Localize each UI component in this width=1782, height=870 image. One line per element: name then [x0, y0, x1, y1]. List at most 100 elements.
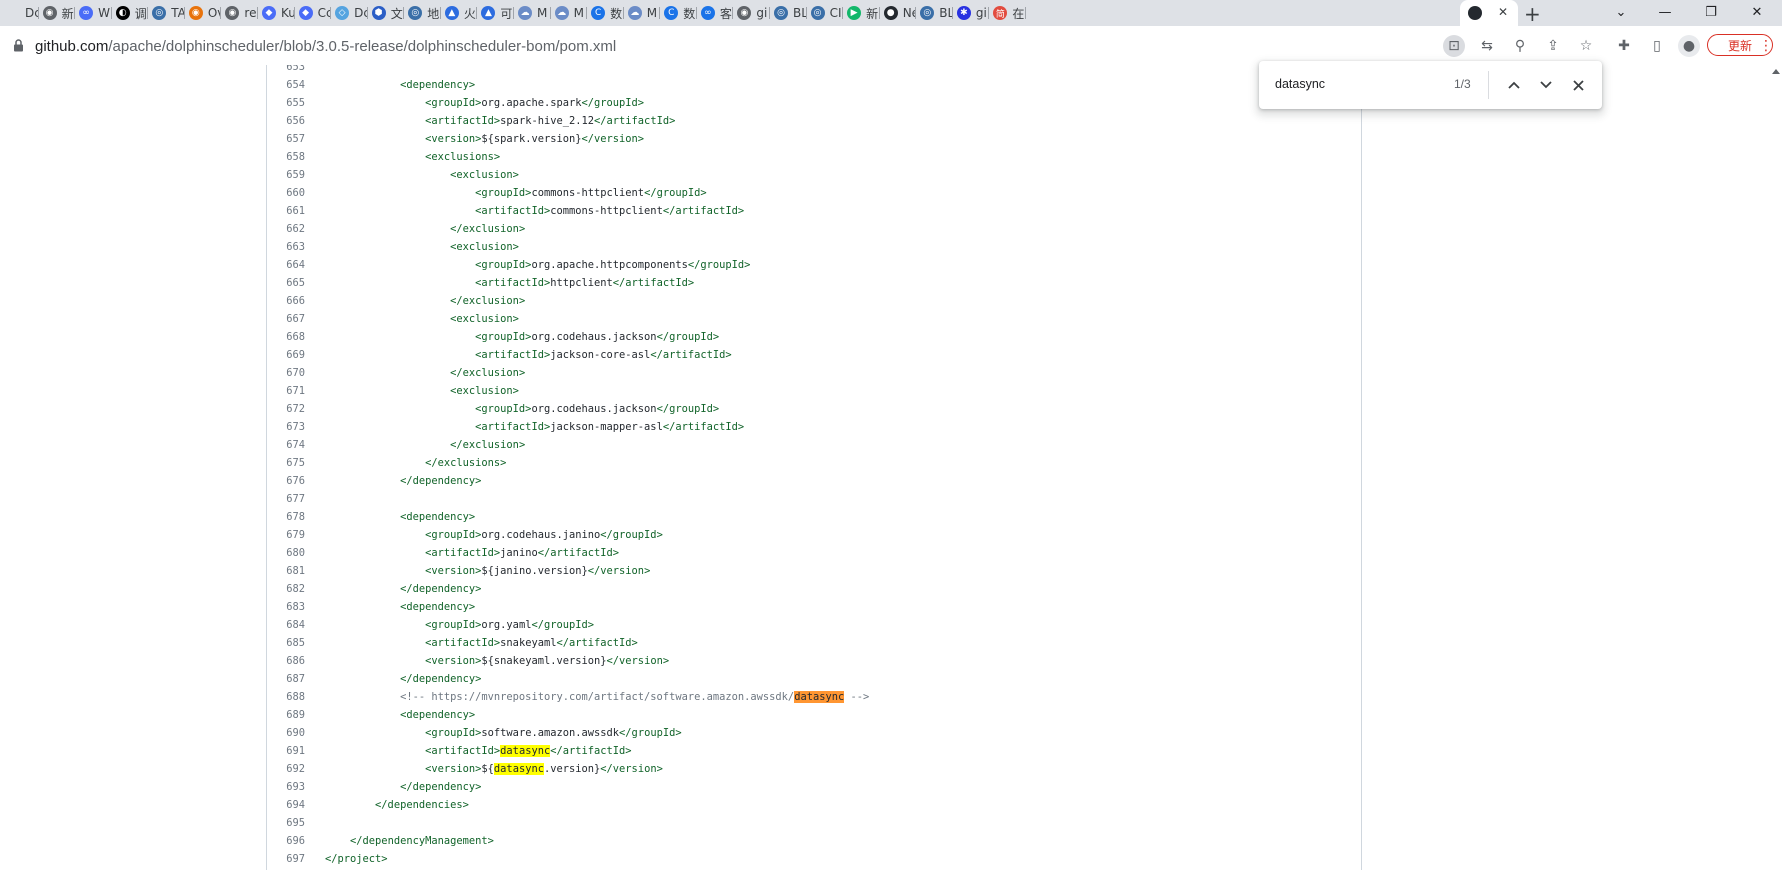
tab-25[interactable]: ◎ BL: [916, 0, 953, 26]
line-number[interactable]: 663: [267, 238, 305, 256]
line-number[interactable]: 653: [267, 65, 305, 76]
line-number[interactable]: 661: [267, 202, 305, 220]
line-number[interactable]: 666: [267, 292, 305, 310]
find-next-button[interactable]: [1535, 74, 1557, 96]
line-number[interactable]: 680: [267, 544, 305, 562]
line-number[interactable]: 689: [267, 706, 305, 724]
tab-18[interactable]: C数: [660, 0, 697, 26]
line-number[interactable]: 691: [267, 742, 305, 760]
tab-7[interactable]: ◆ Ku: [258, 0, 295, 26]
line-number[interactable]: 656: [267, 112, 305, 130]
line-number[interactable]: 697: [267, 850, 305, 868]
tab-2[interactable]: ∞ W: [75, 0, 112, 26]
tab-15[interactable]: ☁ M: [551, 0, 588, 26]
line-number[interactable]: 693: [267, 778, 305, 796]
tab-9[interactable]: ◇ Dc: [331, 0, 368, 26]
line-number[interactable]: 684: [267, 616, 305, 634]
zoom-icon[interactable]: ⚲: [1509, 35, 1531, 57]
line-number[interactable]: 673: [267, 418, 305, 436]
new-tab-button[interactable]: +: [1524, 2, 1541, 26]
find-previous-button[interactable]: [1503, 74, 1525, 96]
line-number[interactable]: 679: [267, 526, 305, 544]
line-number[interactable]: 694: [267, 796, 305, 814]
code-line: 675 </exclusions>: [267, 454, 1361, 472]
line-number[interactable]: 659: [267, 166, 305, 184]
code-text: <groupId>org.apache.spark</groupId>: [425, 97, 645, 109]
line-number[interactable]: 668: [267, 328, 305, 346]
line-number[interactable]: 696: [267, 832, 305, 850]
side-panel-icon[interactable]: ▯: [1646, 35, 1668, 57]
tab-23[interactable]: ▶ 新: [843, 0, 880, 26]
line-number[interactable]: 674: [267, 436, 305, 454]
tab-6[interactable]: ◉ re: [221, 0, 258, 26]
share-icon[interactable]: ⇪: [1542, 35, 1564, 57]
line-number[interactable]: 662: [267, 220, 305, 238]
line-number[interactable]: 695: [267, 814, 305, 832]
line-number[interactable]: 690: [267, 724, 305, 742]
minimize-button[interactable]: —: [1642, 0, 1688, 24]
line-number[interactable]: 692: [267, 760, 305, 778]
line-number[interactable]: 654: [267, 76, 305, 94]
line-number[interactable]: 660: [267, 184, 305, 202]
code-text: <version>${datasync.version}</version>: [425, 763, 663, 775]
menu-kebab-icon[interactable]: ⋮: [1755, 35, 1777, 57]
tab-22[interactable]: ◎ CI: [807, 0, 844, 26]
line-number[interactable]: 658: [267, 148, 305, 166]
url-field[interactable]: github.com/apache/dolphinscheduler/blob/…: [35, 38, 616, 55]
tab-21[interactable]: ◎ BL: [770, 0, 807, 26]
line-number[interactable]: 676: [267, 472, 305, 490]
line-number[interactable]: 688: [267, 688, 305, 706]
bookmark-star-icon[interactable]: ☆: [1575, 35, 1597, 57]
line-number[interactable]: 683: [267, 598, 305, 616]
tab-close-icon[interactable]: ✕: [1498, 5, 1508, 19]
line-number[interactable]: 682: [267, 580, 305, 598]
translate-icon[interactable]: ⇆: [1476, 35, 1498, 57]
tab-13[interactable]: ▲ 可: [477, 0, 514, 26]
line-number[interactable]: 671: [267, 382, 305, 400]
line-number[interactable]: 669: [267, 346, 305, 364]
line-number[interactable]: 687: [267, 670, 305, 688]
line-number[interactable]: 686: [267, 652, 305, 670]
restore-button[interactable]: ❐: [1688, 0, 1734, 24]
tab-19[interactable]: ∞ 客: [697, 0, 734, 26]
find-input[interactable]: datasync: [1275, 77, 1325, 91]
line-number[interactable]: 685: [267, 634, 305, 652]
line-number[interactable]: 677: [267, 490, 305, 508]
scroll-up-arrow-icon[interactable]: [1772, 69, 1780, 74]
tab-0[interactable]: Dc: [2, 0, 39, 26]
line-number[interactable]: 678: [267, 508, 305, 526]
line-number[interactable]: 672: [267, 400, 305, 418]
tab-24[interactable]: ● Ne: [880, 0, 917, 26]
tab-20[interactable]: ◉ gi: [733, 0, 770, 26]
tab-4[interactable]: ◎ TA: [148, 0, 185, 26]
close-window-button[interactable]: ✕: [1734, 0, 1780, 24]
line-number[interactable]: 675: [267, 454, 305, 472]
tab-26[interactable]: ✱ gi: [953, 0, 990, 26]
profile-avatar-icon[interactable]: ●: [1678, 35, 1700, 57]
line-number[interactable]: 655: [267, 94, 305, 112]
line-number[interactable]: 681: [267, 562, 305, 580]
line-number[interactable]: 667: [267, 310, 305, 328]
tab-3[interactable]: ◐ 调: [112, 0, 149, 26]
tab-17[interactable]: ☁ M: [624, 0, 661, 26]
active-tab[interactable]: ✕: [1460, 0, 1518, 26]
tab-14[interactable]: ☁ M: [514, 0, 551, 26]
tab-11[interactable]: ◎ 地: [404, 0, 441, 26]
extensions-icon[interactable]: ✚: [1613, 35, 1635, 57]
line-number[interactable]: 664: [267, 256, 305, 274]
line-number[interactable]: 670: [267, 364, 305, 382]
tab-12[interactable]: ▲ 火: [441, 0, 478, 26]
link-icon: ∞: [79, 6, 94, 20]
tab-10[interactable]: ⬢ 文: [368, 0, 405, 26]
find-close-button[interactable]: [1567, 74, 1589, 96]
tab-1[interactable]: ◉ 新: [39, 0, 76, 26]
tab-8[interactable]: ◆ Cc: [295, 0, 332, 26]
tab-search-icon[interactable]: ⌄: [1598, 0, 1644, 24]
line-number[interactable]: 665: [267, 274, 305, 292]
tab-5[interactable]: ◉ Ov: [185, 0, 222, 26]
find-in-page-icon[interactable]: ⊡: [1443, 35, 1465, 57]
tab-27[interactable]: 简在: [989, 0, 1026, 26]
line-number[interactable]: 657: [267, 130, 305, 148]
scrollbar[interactable]: [1770, 65, 1782, 870]
tab-16[interactable]: C数: [587, 0, 624, 26]
